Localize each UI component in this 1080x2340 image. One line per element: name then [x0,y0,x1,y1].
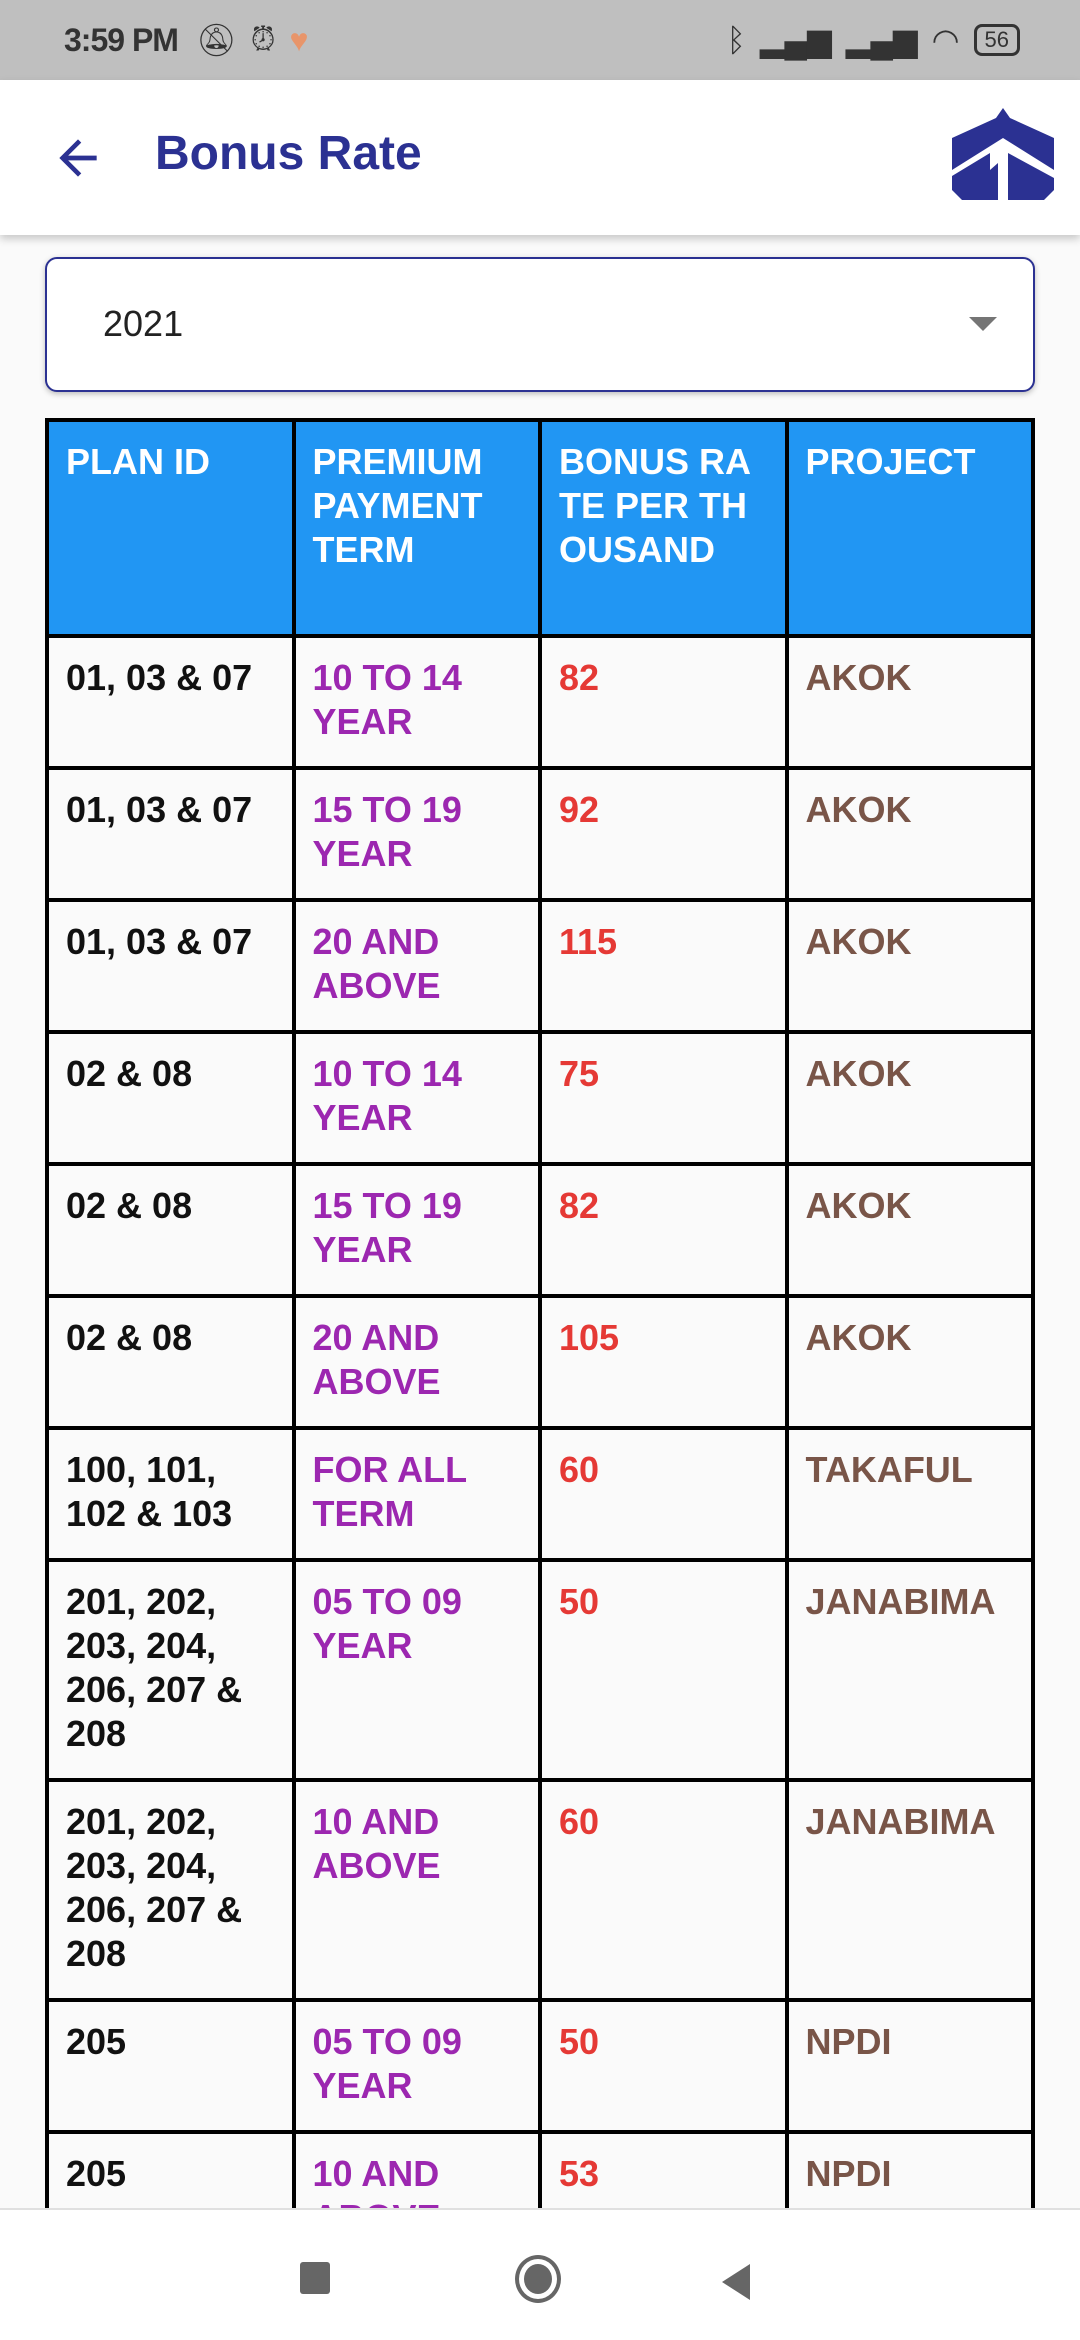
signal-icon: ▂▄▆ [759,22,832,58]
system-nav-bar [0,2208,1080,2340]
cell-premium-term: 05 TO 09 YEAR [291,1558,542,1782]
cell-bonus-rate: 60 [538,1426,789,1562]
cell-premium-term: 10 AND ABOVE [291,2130,542,2208]
battery-icon: 56 [973,24,1020,56]
app-logo [952,108,1054,200]
cell-premium-term: 10 TO 14 YEAR [291,634,542,770]
home-button[interactable] [515,2255,561,2303]
page-title: Bonus Rate [155,127,422,180]
cell-project: AKOK [784,634,1035,770]
cell-premium-term: 10 TO 14 YEAR [291,1030,542,1166]
cell-project: AKOK [784,1162,1035,1298]
cell-project: AKOK [784,1030,1035,1166]
cell-plan-id: 205 [45,2130,296,2208]
year-select-value: 2021 [103,303,184,344]
cell-plan-id: 01, 03 & 07 [45,898,296,1034]
signal-icon: ▂▄▆ [845,22,918,58]
cell-bonus-rate: 50 [538,1558,789,1782]
cell-premium-term: FOR ALL TERM [291,1426,542,1562]
cell-project: JANABIMA [784,1558,1035,1782]
cell-bonus-rate: 82 [538,1162,789,1298]
table-row: 02 & 08 15 TO 19 YEAR 82 AKOK [45,1162,1035,1298]
recents-button[interactable] [300,2262,330,2294]
cell-bonus-rate: 105 [538,1294,789,1430]
table-row: 02 & 08 20 AND ABOVE 105 AKOK [45,1294,1035,1430]
cell-plan-id: 205 [45,1998,296,2134]
cell-project: TAKAFUL [784,1426,1035,1562]
status-time: 3:59 PM [64,21,179,58]
cell-bonus-rate: 92 [538,766,789,902]
cell-plan-id: 201, 202, 203, 204, 206, 207 & 208 [45,1558,296,1782]
cell-premium-term: 15 TO 19 YEAR [291,1162,542,1298]
cell-plan-id: 02 & 08 [45,1294,296,1430]
table-row: 100, 101, 102 & 103 FOR ALL TERM 60 TAKAFUL [45,1426,1035,1562]
dropdown-arrow-icon [969,317,997,331]
cell-premium-term: 20 AND ABOVE [291,1294,542,1430]
cell-bonus-rate: 53 [538,2130,789,2208]
table-row: 205 05 TO 09 YEAR 50 NPDI [45,1998,1035,2134]
cell-bonus-rate: 82 [538,634,789,770]
table-row: 02 & 08 10 TO 14 YEAR 75 AKOK [45,1030,1035,1166]
alarm-icon: ⏰︎ [250,21,276,57]
table-row: 201, 202, 203, 204, 206, 207 & 208 05 TO … [45,1558,1035,1782]
bell-off-icon: 🔕︎ [195,22,237,58]
cell-premium-term: 15 TO 19 YEAR [291,766,542,902]
table-row: 20510 AND ABOVE53NPDI [45,2130,1035,2208]
cell-project: AKOK [784,898,1035,1034]
cell-bonus-rate: 50 [538,1998,789,2134]
heart-icon: ♥ [289,21,309,58]
cell-plan-id: 01, 03 & 07 [45,634,296,770]
cell-bonus-rate: 115 [538,898,789,1034]
column-header-plan-id: PLAN ID [45,418,296,638]
table-row: 01, 03 & 07 20 AND ABOVE 115 AKOK [45,898,1035,1034]
cell-plan-id: 01, 03 & 07 [45,766,296,902]
cell-project: AKOK [784,1294,1035,1430]
column-header-bonus-rate: BONUS RATE PER THOUSAND [538,418,789,638]
system-back-button[interactable] [722,2264,750,2300]
year-select[interactable]: 2021 [45,257,1035,392]
cell-project: NPDI [784,2130,1035,2208]
table-row: 201, 202, 203, 204, 206, 207 & 208 10 AND… [45,1778,1035,2002]
cell-plan-id: 201, 202, 203, 204, 206, 207 & 208 [45,1778,296,2002]
cell-plan-id: 02 & 08 [45,1030,296,1166]
app-bar: Bonus Rate [0,80,1080,235]
back-arrow-icon[interactable] [50,130,106,186]
cell-plan-id: 100, 101, 102 & 103 [45,1426,296,1562]
wifi-icon: ◠ [931,22,960,58]
column-header-premium-payment-term: PREMIUM PAYMENT TERM [291,418,542,638]
cell-premium-term: 05 TO 09 YEAR [291,1998,542,2134]
status-bar: 3:59 PM 🔕︎ ⏰︎ ♥ ᛒ ▂▄▆ ▂▄▆ ◠ 56 [0,0,1080,80]
column-header-project: PROJECT [784,418,1035,638]
cell-bonus-rate: 60 [538,1778,789,2002]
cell-project: JANABIMA [784,1778,1035,2002]
cell-bonus-rate: 75 [538,1030,789,1166]
cell-premium-term: 10 AND ABOVE [291,1778,542,2002]
cell-plan-id: 02 & 08 [45,1162,296,1298]
table-row: 01, 03 & 07 10 TO 14 YEAR 82 AKOK [45,634,1035,770]
table-header-row: PLAN ID PREMIUM PAYMENT TERM BONUS RATE … [45,418,1035,638]
cell-project: NPDI [784,1998,1035,2134]
bonus-rate-table: PLAN ID PREMIUM PAYMENT TERM BONUS RATE … [45,418,1035,2208]
bluetooth-icon: ᛒ [726,21,746,58]
table-row: 01, 03 & 07 15 TO 19 YEAR 92 AKOK [45,766,1035,902]
cell-premium-term: 20 AND ABOVE [291,898,542,1034]
cell-project: AKOK [784,766,1035,902]
